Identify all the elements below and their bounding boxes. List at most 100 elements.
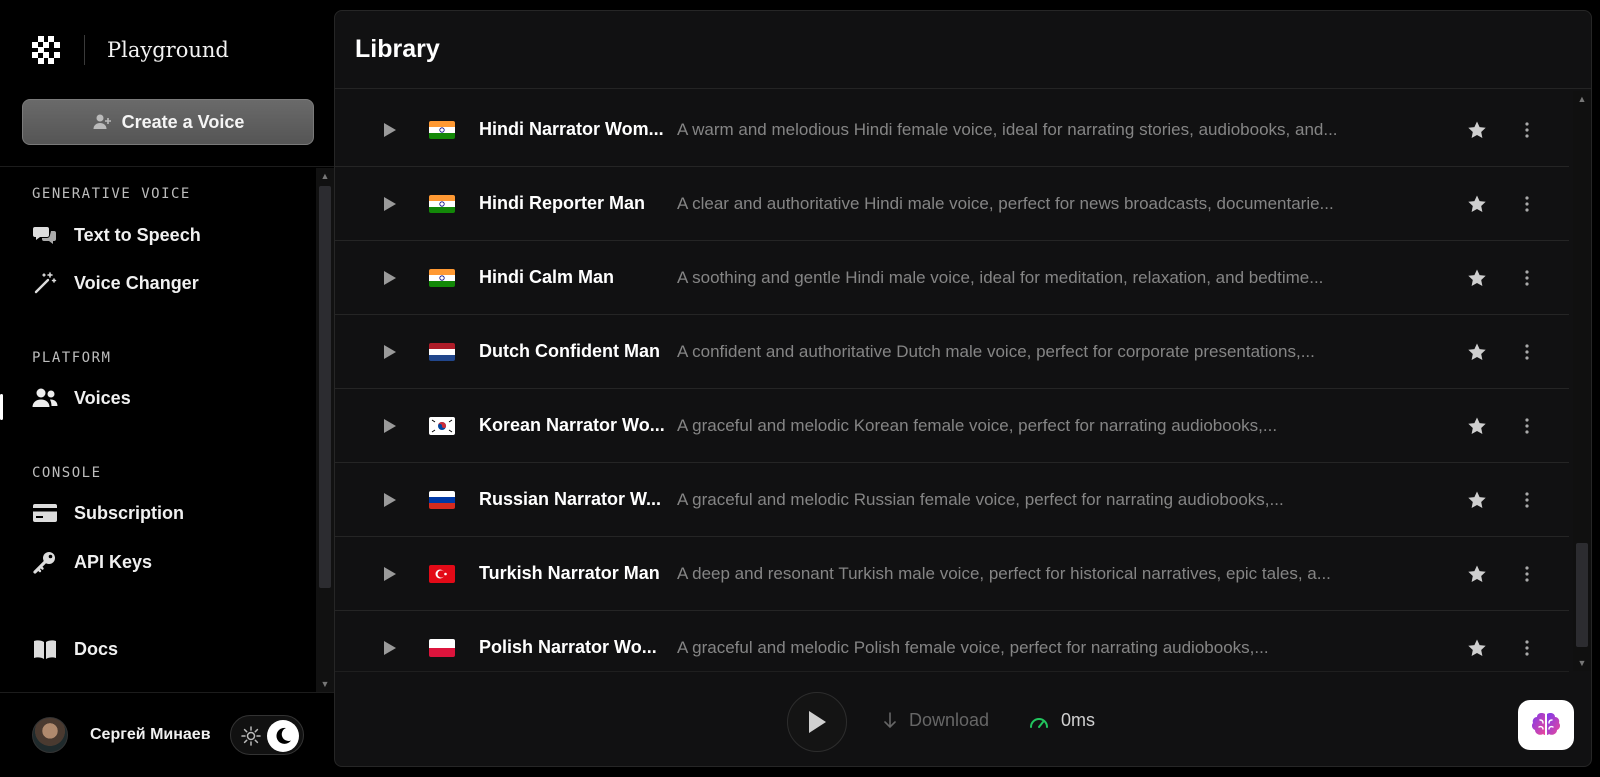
sidebar-item-docs[interactable]: Docs [32, 634, 118, 664]
voice-row[interactable]: Hindi Reporter Man A clear and authorita… [335, 167, 1569, 241]
user-name: Сергей Минаев [90, 726, 211, 743]
voice-row[interactable]: Polish Narrator Wo... A graceful and mel… [335, 611, 1569, 671]
play-icon[interactable] [383, 344, 397, 360]
create-voice-button[interactable]: Create a Voice [22, 99, 314, 145]
star-icon[interactable] [1467, 268, 1487, 288]
sun-icon[interactable] [241, 726, 261, 746]
sidebar-item-label: Voices [74, 387, 131, 408]
more-options-icon[interactable] [1522, 416, 1532, 436]
sidebar-item-voice-changer[interactable]: Voice Changer [32, 268, 199, 298]
sidebar-nav: GENERATIVE VOICE Text to Speech Voice Ch… [0, 168, 334, 692]
star-icon[interactable] [1467, 120, 1487, 140]
user-bar: Сергей Минаев [0, 692, 334, 777]
play-icon [809, 711, 826, 733]
flag-poland-icon [429, 639, 455, 657]
sidebar: Playground Create a Voice GENERATIVE VOI… [0, 0, 334, 777]
more-options-icon[interactable] [1522, 194, 1532, 214]
brand-name: Playground [107, 38, 229, 62]
sidebar-scrollbar-thumb[interactable] [319, 186, 331, 588]
star-icon[interactable] [1467, 638, 1487, 658]
voice-row[interactable]: Hindi Narrator Wom... A warm and melodio… [335, 93, 1569, 167]
assistant-bubble[interactable] [1518, 700, 1574, 750]
brand: Playground [30, 30, 229, 70]
star-icon[interactable] [1467, 564, 1487, 584]
sidebar-item-subscription[interactable]: Subscription [32, 498, 184, 528]
play-icon[interactable] [383, 122, 397, 138]
sidebar-item-api-keys[interactable]: API Keys [32, 547, 152, 577]
more-options-icon[interactable] [1522, 490, 1532, 510]
play-icon[interactable] [383, 640, 397, 656]
flag-india-icon [429, 121, 455, 139]
scroll-up-icon[interactable]: ▲ [1573, 91, 1591, 107]
sidebar-scrollbar[interactable]: ▲ ▼ [316, 168, 334, 692]
more-options-icon[interactable] [1522, 638, 1532, 658]
scroll-up-icon[interactable]: ▲ [316, 168, 334, 184]
voice-name: Russian Narrator W... [479, 489, 662, 509]
voice-row[interactable]: Korean Narrator Wo... A graceful and mel… [335, 389, 1569, 463]
section-label-generative-voice: GENERATIVE VOICE [32, 186, 191, 202]
voice-name: Korean Narrator Wo... [479, 415, 665, 435]
more-options-icon[interactable] [1522, 268, 1532, 288]
download-button[interactable]: Download [883, 710, 989, 731]
more-options-icon[interactable] [1522, 120, 1532, 140]
more-options-icon[interactable] [1522, 564, 1532, 584]
play-icon[interactable] [383, 418, 397, 434]
library-panel: Library Hindi Narrator Wom... A warm and… [334, 10, 1592, 767]
theme-toggle[interactable] [230, 715, 304, 755]
star-icon[interactable] [1467, 194, 1487, 214]
more-options-icon[interactable] [1522, 342, 1532, 362]
book-icon [32, 636, 58, 662]
voice-description: A soothing and gentle Hindi male voice, … [677, 268, 1324, 287]
section-label-platform: PLATFORM [32, 350, 112, 366]
voice-description: A warm and melodious Hindi female voice,… [677, 120, 1338, 139]
sidebar-item-label: Docs [74, 638, 119, 659]
download-label: Download [909, 710, 990, 730]
scroll-down-icon[interactable]: ▼ [1573, 655, 1591, 671]
play-icon[interactable] [383, 270, 397, 286]
flag-russia-icon [429, 491, 455, 509]
flag-turkey-icon [429, 565, 455, 583]
brand-logo-icon [32, 36, 60, 64]
sidebar-item-text-to-speech[interactable]: Text to Speech [32, 220, 201, 250]
voice-description: A graceful and melodic Russian female vo… [677, 490, 1284, 509]
play-icon[interactable] [383, 492, 397, 508]
voice-row[interactable]: Hindi Calm Man A soothing and gentle Hin… [335, 241, 1569, 315]
voice-description: A graceful and melodic Korean female voi… [677, 416, 1278, 435]
play-icon[interactable] [383, 566, 397, 582]
flag-india-icon [429, 195, 455, 213]
library-scrollbar[interactable]: ▲ ▼ [1573, 91, 1591, 671]
play-icon[interactable] [383, 196, 397, 212]
magic-wand-icon [32, 270, 58, 296]
credit-card-icon [32, 500, 58, 526]
sidebar-item-label: API Keys [74, 551, 153, 572]
voice-row[interactable]: Russian Narrator W... A graceful and mel… [335, 463, 1569, 537]
library-scrollbar-thumb[interactable] [1576, 543, 1588, 647]
flag-south-korea-icon [429, 417, 455, 435]
brain-icon [1531, 713, 1561, 735]
flag-netherlands-icon [429, 343, 455, 361]
avatar[interactable] [32, 717, 68, 753]
key-icon [32, 549, 58, 575]
voice-name: Hindi Narrator Wom... [479, 119, 664, 139]
chat-bubbles-icon [32, 222, 58, 248]
voice-row[interactable]: Dutch Confident Man A confident and auth… [335, 315, 1569, 389]
voice-name: Hindi Calm Man [479, 267, 615, 287]
create-voice-label: Create a Voice [121, 111, 245, 132]
moon-icon[interactable] [267, 720, 299, 752]
player-bar: Download 0ms [335, 671, 1569, 766]
star-icon[interactable] [1467, 342, 1487, 362]
play-button[interactable] [787, 692, 847, 752]
scroll-down-icon[interactable]: ▼ [316, 676, 334, 692]
brand-divider [84, 35, 85, 65]
sidebar-item-label: Text to Speech [74, 224, 201, 245]
add-user-icon [93, 114, 111, 129]
voice-name: Turkish Narrator Man [479, 563, 660, 583]
star-icon[interactable] [1467, 490, 1487, 510]
star-icon[interactable] [1467, 416, 1487, 436]
latency-value: 0ms [1061, 710, 1096, 730]
voice-row[interactable]: Turkish Narrator Man A deep and resonant… [335, 537, 1569, 611]
sidebar-item-voices[interactable]: Voices [32, 383, 131, 413]
voice-name: Dutch Confident Man [479, 341, 660, 361]
voice-description: A deep and resonant Turkish male voice, … [677, 564, 1331, 583]
gauge-icon [1030, 717, 1048, 728]
